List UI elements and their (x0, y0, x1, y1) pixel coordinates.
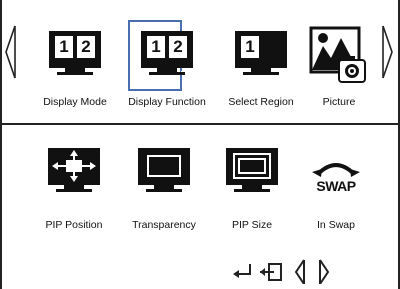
menu-item-label: PIP Size (231, 219, 273, 231)
osd-menu: 1 2 Display Mode 1 2 Display Function 1 … (0, 0, 400, 289)
chevron-left-icon[interactable] (2, 22, 18, 82)
menu-item-label: In Swap (317, 219, 355, 231)
swap-icon (312, 163, 360, 177)
menu-item-pip-position[interactable]: PIP Position (34, 148, 114, 233)
chevron-right-icon[interactable] (380, 22, 396, 82)
dual-screen-icon: 1 2 (141, 31, 193, 75)
menu-item-label: Picture (322, 96, 356, 108)
menu-item-display-mode[interactable]: 1 2 Display Mode (34, 28, 116, 113)
menu-item-label: Display Mode (43, 96, 107, 108)
menu-item-label: PIP Position (45, 219, 103, 231)
transparency-icon (138, 148, 190, 192)
menu-item-label: Select Region (228, 96, 294, 108)
menu-item-label: Transparency (132, 219, 196, 231)
left-arrow-icon[interactable] (288, 258, 314, 284)
picture-icon (309, 26, 366, 83)
menu-item-picture[interactable]: Picture (300, 24, 378, 113)
swap-icon-text: SWAP (316, 178, 356, 194)
section-divider (0, 123, 400, 125)
menu-item-select-region[interactable]: 1 Select Region (220, 28, 302, 113)
pip-position-icon (48, 148, 100, 192)
exit-icon[interactable] (258, 258, 284, 284)
enter-icon[interactable] (230, 258, 256, 284)
menu-item-label: Display Function (128, 96, 206, 108)
dual-screen-icon: 1 2 (49, 31, 101, 75)
menu-item-pip-size[interactable]: PIP Size (212, 148, 292, 233)
menu-item-display-function[interactable]: 1 2 Display Function (118, 28, 216, 113)
right-arrow-icon[interactable] (312, 258, 338, 284)
menu-item-in-swap[interactable]: SWAP In Swap (296, 148, 376, 233)
pip-size-icon (226, 148, 278, 192)
menu-item-transparency[interactable]: Transparency (124, 148, 204, 233)
select-region-icon: 1 (235, 31, 287, 75)
